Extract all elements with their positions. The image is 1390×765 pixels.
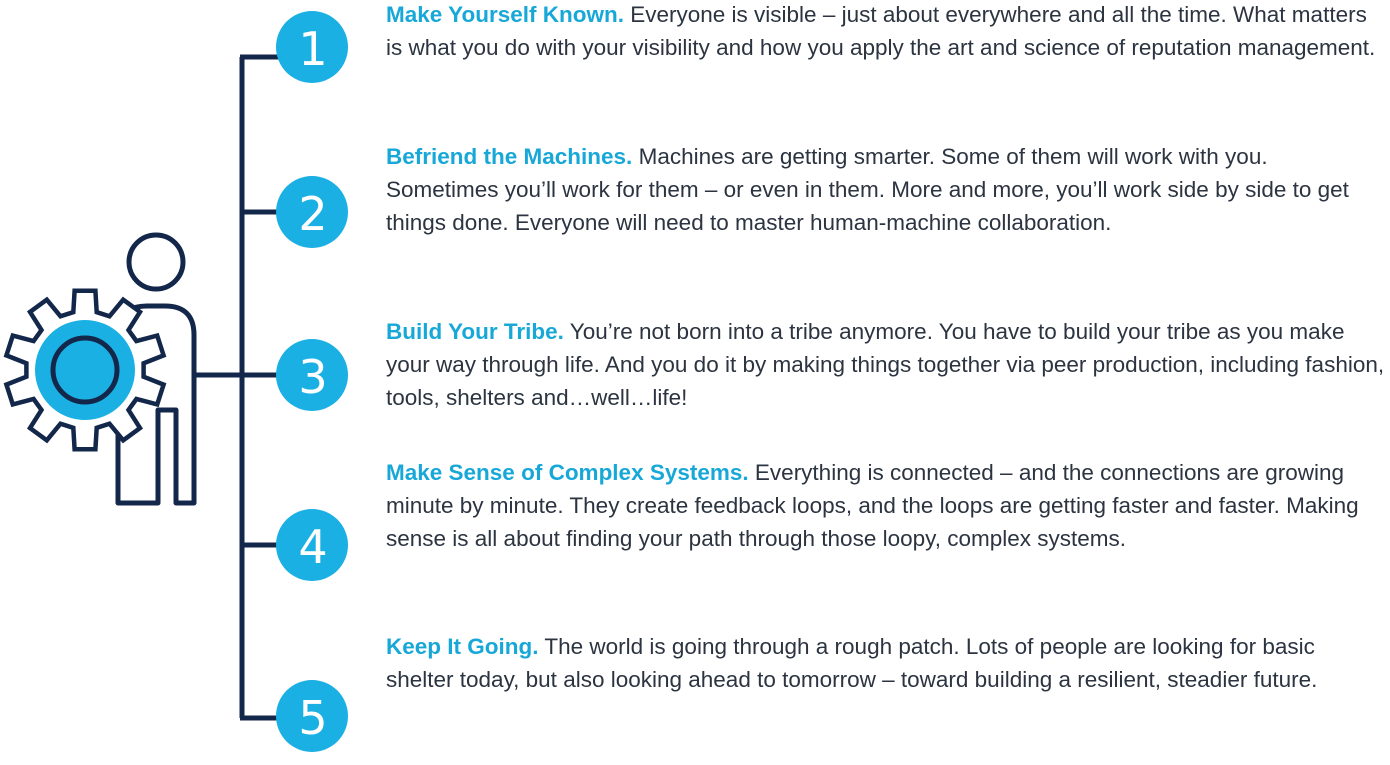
number-badge-3: 3 <box>276 339 348 411</box>
badge-number-1: 1 <box>298 22 327 76</box>
item-1: Make Yourself Known. Everyone is visible… <box>386 0 1386 64</box>
connector-lines <box>196 54 290 721</box>
item-3-title: Build Your Tribe. <box>386 319 564 344</box>
item-1-title: Make Yourself Known. <box>386 2 624 27</box>
badge-number-4: 4 <box>298 520 327 574</box>
item-5: Keep It Going. The world is going throug… <box>386 630 1386 696</box>
gear-icon <box>3 288 167 452</box>
badge-number-5: 5 <box>298 691 327 745</box>
badge-number-3: 3 <box>298 350 327 404</box>
item-5-title: Keep It Going. <box>386 634 539 659</box>
item-3: Build Your Tribe. You’re not born into a… <box>386 315 1386 414</box>
number-badge-5: 5 <box>276 680 348 752</box>
item-4: Make Sense of Complex Systems. Everythin… <box>386 456 1386 555</box>
number-badge-4: 4 <box>276 509 348 581</box>
badge-number-2: 2 <box>298 187 327 241</box>
item-2-title: Befriend the Machines. <box>386 144 633 169</box>
item-2: Befriend the Machines. Machines are gett… <box>386 140 1386 239</box>
number-badge-2: 2 <box>276 176 348 248</box>
number-badge-1: 1 <box>276 11 348 83</box>
item-4-title: Make Sense of Complex Systems. <box>386 460 749 485</box>
